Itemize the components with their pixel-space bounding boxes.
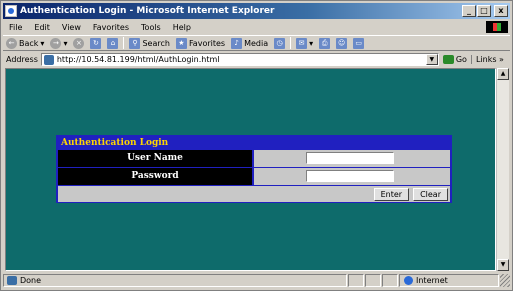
scroll-up-button[interactable]: ▲ xyxy=(497,68,509,80)
password-input[interactable] xyxy=(306,170,394,182)
search-button[interactable]: ⚲ Search xyxy=(126,37,172,49)
vertical-scrollbar[interactable]: ▲ ▼ xyxy=(496,68,509,271)
refresh-icon: ↻ xyxy=(90,37,102,49)
toolbar-separator xyxy=(123,37,125,49)
windows-logo-icon xyxy=(486,21,508,33)
print-button[interactable]: ⎙ xyxy=(316,37,333,49)
media-label: Media xyxy=(244,38,269,48)
menu-edit[interactable]: Edit xyxy=(28,23,56,32)
window-title: Authentication Login - Microsoft Interne… xyxy=(20,6,275,16)
toolbar: ← Back ▾ → ▾ × ↻ ⌂ ⚲ Search ★ Favorites ♪… xyxy=(3,35,510,51)
menu-tools[interactable]: Tools xyxy=(135,23,167,32)
stop-button[interactable]: × xyxy=(70,37,87,49)
status-text: Done xyxy=(20,276,42,285)
status-cell xyxy=(348,274,364,287)
button-row: Enter Clear xyxy=(58,186,450,202)
home-icon: ⌂ xyxy=(107,37,119,49)
menu-favorites[interactable]: Favorites xyxy=(87,23,135,32)
address-dropdown-button[interactable]: ▼ xyxy=(425,54,438,65)
back-button[interactable]: ← Back ▾ xyxy=(3,37,47,49)
ie-icon xyxy=(5,5,17,17)
menu-bar: File Edit View Favorites Tools Help xyxy=(3,20,510,34)
links-button[interactable]: Links » xyxy=(470,55,504,64)
search-label: Search xyxy=(142,38,170,48)
address-bar: Address http://10.54.81.199/html/AuthLog… xyxy=(3,52,510,67)
login-title: Authentication Login xyxy=(61,138,169,148)
page-content: Authentication Login User Name Password … xyxy=(5,68,496,271)
favorites-button[interactable]: ★ Favorites xyxy=(173,37,228,49)
edit-icon: ▭ xyxy=(353,37,365,49)
edit-button[interactable]: ▭ xyxy=(350,37,367,49)
search-icon: ⚲ xyxy=(129,37,141,49)
username-row: User Name xyxy=(58,150,450,167)
status-text-area: Done xyxy=(3,274,347,287)
back-label: Back xyxy=(19,38,39,48)
password-label: Password xyxy=(58,168,252,185)
resize-grip[interactable] xyxy=(500,274,510,287)
media-button[interactable]: ♪ Media xyxy=(228,37,271,49)
password-row: Password xyxy=(58,168,450,185)
close-button[interactable]: x xyxy=(494,5,508,17)
status-cell xyxy=(365,274,381,287)
back-arrow-icon: ← xyxy=(6,37,17,49)
security-zone: Internet xyxy=(399,274,499,287)
clear-button[interactable]: Clear xyxy=(413,187,448,201)
page-done-icon xyxy=(7,276,17,285)
password-cell xyxy=(254,168,450,185)
address-url: http://10.54.81.199/html/AuthLogin.html xyxy=(56,55,220,64)
favorites-label: Favorites xyxy=(188,38,226,48)
toolbar-separator xyxy=(290,37,292,49)
menu-file[interactable]: File xyxy=(3,23,28,32)
minimize-button[interactable]: _ xyxy=(462,5,476,17)
forward-arrow-icon: → xyxy=(50,37,62,49)
print-icon: ⎙ xyxy=(319,37,331,49)
mail-button[interactable]: ✉ ▾ xyxy=(293,37,316,49)
favorites-icon: ★ xyxy=(175,37,187,49)
address-input[interactable]: http://10.54.81.199/html/AuthLogin.html … xyxy=(40,53,439,66)
login-panel: Authentication Login User Name Password … xyxy=(56,135,452,203)
history-button[interactable]: ◷ xyxy=(271,37,288,49)
back-dropdown-icon[interactable]: ▾ xyxy=(40,39,44,48)
history-icon: ◷ xyxy=(274,37,286,49)
media-icon: ♪ xyxy=(231,37,243,49)
go-arrow-icon xyxy=(442,55,454,64)
username-cell xyxy=(254,150,450,167)
status-cell xyxy=(382,274,398,287)
home-button[interactable]: ⌂ xyxy=(104,37,121,49)
stop-icon: × xyxy=(73,37,85,49)
page-icon xyxy=(43,54,54,65)
go-label: Go xyxy=(455,55,467,64)
title-bar[interactable]: Authentication Login - Microsoft Interne… xyxy=(3,3,510,19)
forward-button[interactable]: → ▾ xyxy=(47,37,70,49)
mail-icon: ✉ xyxy=(296,37,308,49)
globe-icon xyxy=(404,276,413,285)
status-bar: Done Internet xyxy=(3,273,510,288)
zone-label: Internet xyxy=(416,276,448,285)
refresh-button[interactable]: ↻ xyxy=(87,37,104,49)
maximize-button[interactable]: □ xyxy=(477,5,491,17)
username-label: User Name xyxy=(58,150,252,167)
messenger-icon: ☺ xyxy=(336,37,348,49)
enter-button[interactable]: Enter xyxy=(373,187,410,201)
scroll-down-button[interactable]: ▼ xyxy=(497,259,509,271)
messenger-button[interactable]: ☺ xyxy=(333,37,350,49)
browser-window: Authentication Login - Microsoft Interne… xyxy=(0,0,513,291)
go-button[interactable]: Go xyxy=(439,55,471,64)
menu-view[interactable]: View xyxy=(56,23,87,32)
mail-dropdown-icon[interactable]: ▾ xyxy=(309,39,313,48)
address-label: Address xyxy=(6,55,38,64)
menu-help[interactable]: Help xyxy=(167,23,197,32)
forward-dropdown-icon[interactable]: ▾ xyxy=(63,39,67,48)
username-input[interactable] xyxy=(306,152,394,164)
